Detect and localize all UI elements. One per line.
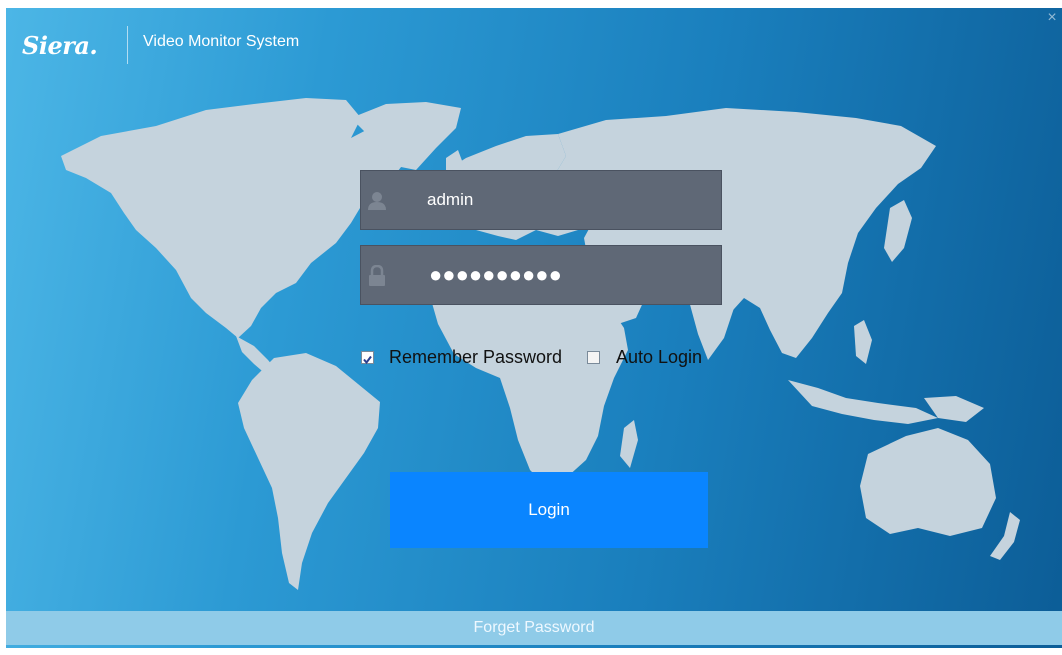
map-indonesia: [788, 380, 938, 424]
app-title: Video Monitor System: [143, 33, 300, 50]
password-field[interactable]: ●●●●●●●●●●: [360, 245, 722, 305]
remember-password-checkbox[interactable]: [361, 351, 374, 365]
header-divider: [127, 26, 128, 64]
lock-icon: [369, 265, 385, 286]
footer-bar: Forget Password: [6, 611, 1062, 645]
login-window: Siera. Video Monitor System × ●●●●●●●●●●…: [6, 8, 1062, 648]
map-australia: [860, 428, 996, 536]
login-button[interactable]: Login: [390, 472, 708, 548]
login-button-label: Login: [528, 500, 570, 519]
map-madagascar: [620, 420, 638, 468]
map-new-zealand: [990, 512, 1020, 560]
user-icon: [368, 192, 386, 210]
checkmark-icon: [363, 355, 372, 365]
close-button[interactable]: ×: [1044, 10, 1060, 26]
remember-password-label[interactable]: Remember Password: [389, 347, 562, 368]
password-input[interactable]: ●●●●●●●●●●: [429, 264, 562, 286]
username-input[interactable]: [427, 171, 707, 229]
map-philippines: [854, 320, 872, 364]
world-map-background: [61, 98, 1020, 590]
siera-logo: Siera.: [22, 25, 98, 65]
map-north-america: [61, 98, 408, 338]
auto-login-label[interactable]: Auto Login: [616, 347, 702, 368]
logo-text: Siera.: [22, 30, 98, 60]
forget-password-link[interactable]: Forget Password: [474, 619, 595, 637]
map-japan: [884, 200, 912, 262]
map-south-america: [238, 353, 380, 590]
auto-login-checkbox[interactable]: [587, 351, 600, 364]
username-field[interactable]: [360, 170, 722, 230]
